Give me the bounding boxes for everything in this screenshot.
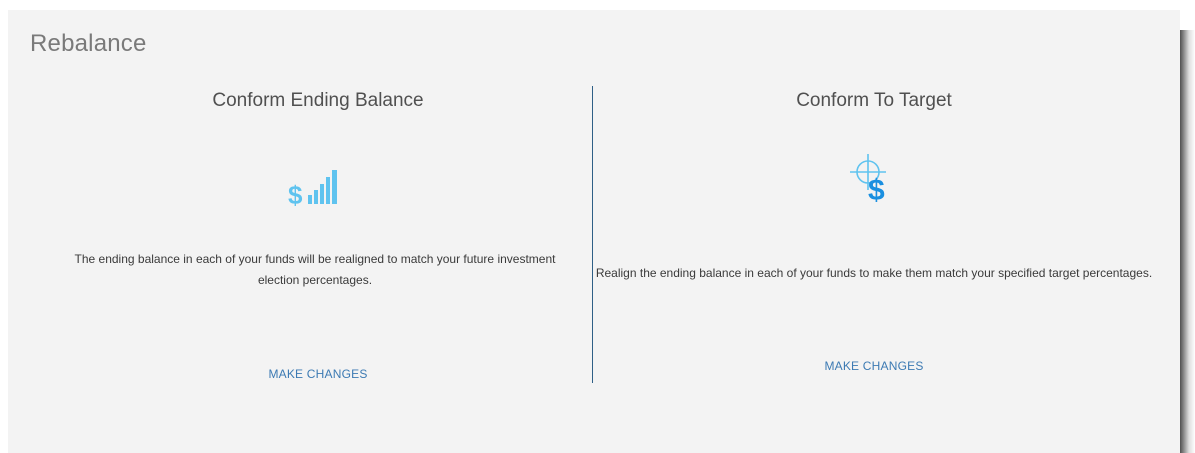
option-description: The ending balance in each of your funds…	[74, 252, 556, 287]
window-edge-shadow	[1180, 30, 1195, 453]
make-changes-button[interactable]: MAKE CHANGES	[36, 367, 600, 381]
option-heading: Conform Ending Balance	[212, 90, 424, 111]
column-divider	[592, 86, 593, 383]
dollar-target-crosshair-icon: $	[844, 150, 900, 211]
dollar-signal-bars-icon: $	[288, 168, 348, 211]
rebalance-panel: Rebalance Conform Ending Balance $ The e…	[8, 10, 1180, 453]
option-heading: Conform To Target	[796, 90, 952, 111]
option-conform-to-target: Conform To Target $ Realign the ending b…	[594, 10, 1154, 453]
svg-text:$: $	[288, 180, 303, 206]
option-conform-ending-balance: Conform Ending Balance $ The ending bala…	[36, 10, 600, 453]
make-changes-button[interactable]: MAKE CHANGES	[594, 359, 1154, 373]
option-description: Realign the ending balance in each of yo…	[595, 266, 1153, 280]
svg-text:$: $	[868, 174, 885, 206]
